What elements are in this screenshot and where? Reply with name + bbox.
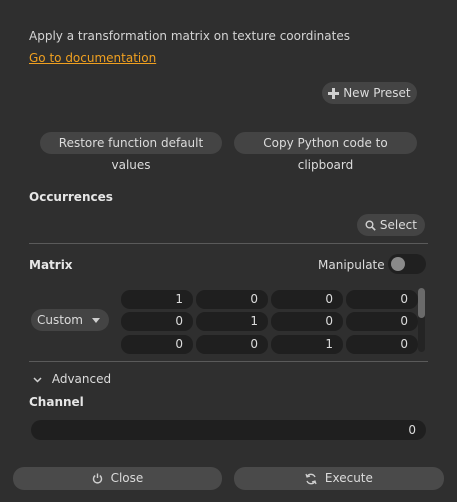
close-label: Close [110,471,144,485]
execute-label: Execute [324,471,373,485]
new-preset-button[interactable]: New Preset [322,82,417,104]
occurrences-title: Occurrences [29,190,113,204]
function-description: Apply a transformation matrix on texture… [29,29,350,43]
select-button[interactable]: Select [357,214,425,236]
advanced-label: Advanced [51,372,112,386]
matrix-cell-1-0[interactable]: 0 [121,312,193,331]
power-icon [92,471,107,485]
matrix-title: Matrix [29,258,73,272]
plus-icon [328,86,343,100]
matrix-cell-2-1[interactable]: 0 [196,335,268,354]
matrix-cell-0-3[interactable]: 0 [346,290,418,309]
new-preset-label: New Preset [343,86,411,100]
matrix-cell-0-1[interactable]: 0 [196,290,268,309]
channel-title: Channel [29,395,84,409]
matrix-cell-1-3[interactable]: 0 [346,312,418,331]
matrix-cell-1-1[interactable]: 1 [196,312,268,331]
select-label: Select [379,218,417,232]
matrix-cell-2-3[interactable]: 0 [346,335,418,354]
manipulate-toggle[interactable] [388,254,426,274]
execute-button[interactable]: Execute [234,467,444,490]
matrix-cell-0-0[interactable]: 1 [121,290,193,309]
channel-input[interactable]: 0 [31,420,426,440]
divider [29,243,428,244]
divider [29,361,428,362]
matrix-cell-0-2[interactable]: 0 [271,290,343,309]
documentation-link[interactable]: Go to documentation [29,51,156,65]
restore-defaults-button[interactable]: Restore function default values [40,132,222,172]
caret-down-icon [92,309,100,331]
matrix-cell-2-2[interactable]: 1 [271,335,343,354]
matrix-scrollbar[interactable] [418,288,425,352]
chevron-down-icon [33,372,46,386]
search-icon [365,218,380,232]
close-button[interactable]: Close [13,467,222,490]
matrix-cell-2-0[interactable]: 0 [121,335,193,354]
advanced-toggle[interactable]: Advanced [33,372,111,386]
copy-python-button[interactable]: Copy Python code to clipboard [234,132,417,172]
toggle-knob [391,257,405,271]
matrix-mode-value: Custom [37,313,83,327]
matrix-cell-1-2[interactable]: 0 [271,312,343,331]
manipulate-label: Manipulate [318,258,385,272]
refresh-icon [305,471,321,485]
matrix-mode-dropdown[interactable]: Custom [31,309,109,331]
matrix-scrollbar-thumb[interactable] [418,288,425,318]
